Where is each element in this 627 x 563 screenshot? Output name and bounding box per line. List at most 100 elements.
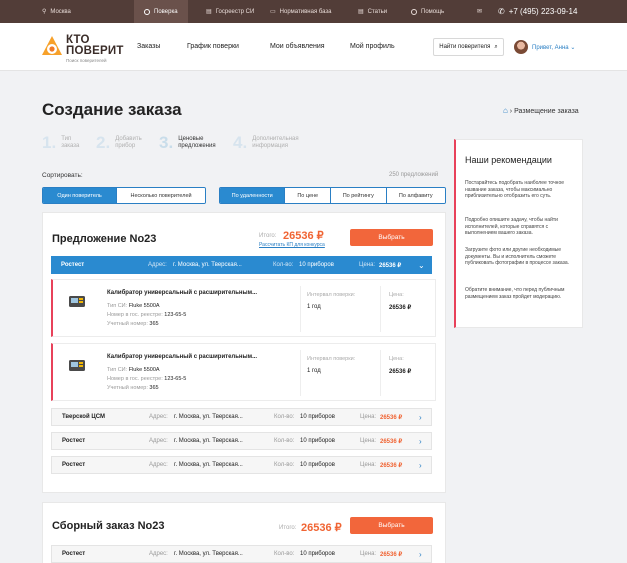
total-label: Итого:: [279, 525, 297, 531]
org-name: Ростест: [62, 462, 86, 468]
mail-icon[interactable]: ✉: [477, 0, 482, 23]
step-label: предложения: [178, 143, 216, 149]
price-label: Цена:: [360, 551, 377, 557]
type-value: Fluke 5500A: [128, 303, 160, 309]
qty-value: 10 приборов: [300, 414, 335, 420]
price-value: 26536 ₽: [379, 262, 402, 269]
mode-multiple-verifiers[interactable]: Несколько поверителей: [117, 188, 205, 203]
price-value: 26536 ₽: [389, 369, 412, 375]
topnav-normative[interactable]: ▭ Нормативная база: [270, 0, 332, 23]
mode-single-verifier[interactable]: Один поверитель: [43, 188, 118, 203]
org-row-expanded[interactable]: Ростест Адрес: г. Москва, ул. Тверская..…: [51, 256, 432, 274]
home-icon[interactable]: ⌂: [503, 106, 508, 115]
topnav-label: Помощь: [421, 8, 445, 15]
user-menu[interactable]: Привет, Анна ⌄: [532, 44, 575, 51]
total-label: Итого:: [259, 233, 277, 239]
type-label: Тип СИ:: [107, 367, 128, 373]
city-selector[interactable]: ⚲ Москва: [42, 0, 71, 23]
topnav-registry[interactable]: ▤ Госреестр СИ: [206, 0, 254, 23]
step-number: 1.: [42, 133, 57, 152]
price-label: Цена:: [360, 462, 377, 468]
device-name[interactable]: Калибратор универсальный с расширительны…: [107, 354, 257, 360]
org-row[interactable]: Ростест Адрес: г. Москва, ул. Тверская..…: [51, 456, 432, 474]
qty-value: 10 приборов: [300, 462, 335, 468]
avatar[interactable]: [514, 40, 528, 54]
logo-line-2: ПОВЕРИТ: [66, 45, 124, 57]
step-4[interactable]: 4. Дополнительная информация: [233, 134, 299, 152]
org-name: Ростест: [62, 551, 86, 557]
verifier-mode-toggle: Один поверитель Несколько поверителей: [42, 187, 206, 204]
phone-number[interactable]: ✆ +7 (495) 223-09-14: [498, 0, 577, 23]
sort-by-distance[interactable]: По удаленности: [220, 188, 286, 203]
total-value: 26536 ₽: [283, 230, 324, 242]
registry-label: Номер в гос. реестре:: [107, 376, 163, 382]
chevron-right-icon: ›: [419, 412, 422, 422]
interval-value: 1 год: [307, 368, 321, 374]
step-label: Дополнительная: [252, 136, 299, 142]
registry-value: 123-65-5: [164, 312, 187, 318]
account-value: 365: [149, 321, 159, 327]
qty-value: 10 приборов: [300, 438, 335, 444]
calibrator-device-icon: [69, 296, 85, 307]
step-label: Добавить: [115, 136, 142, 142]
topnav-articles[interactable]: ▤ Статьи: [358, 0, 387, 23]
topnav-verification[interactable]: Поверка: [134, 0, 188, 23]
sort-label: Сортировать:: [42, 172, 83, 179]
step-2[interactable]: 2. Добавить прибор: [96, 134, 142, 152]
step-1[interactable]: 1. Тип заказа: [42, 134, 79, 152]
qty-label: Кол-во:: [274, 414, 295, 420]
topnav-help[interactable]: Помощь: [411, 0, 444, 23]
logo-icon[interactable]: [41, 35, 63, 57]
interval-label: Интервал поверки:: [307, 292, 356, 298]
greeting-text: Привет, Анна: [532, 45, 569, 51]
sort-by-price[interactable]: По цене: [285, 188, 332, 203]
price-value: 26536 ₽: [380, 462, 403, 469]
org-row[interactable]: Ростест Адрес: г. Москва, ул. Тверская..…: [51, 545, 432, 563]
topnav-label: Поверка: [154, 8, 178, 15]
chevron-down-icon: ⌄: [418, 260, 425, 270]
address-value: г. Москва, ул. Тверская...: [174, 438, 243, 444]
topnav-label: Нормативная база: [279, 8, 332, 15]
sort-by-rating[interactable]: По рейтингу: [331, 188, 387, 203]
divider: [380, 286, 381, 332]
articles-icon: ▤: [358, 9, 364, 15]
choose-button[interactable]: Выбрать: [350, 229, 433, 246]
sort-by-alphabet[interactable]: По алфавиту: [386, 188, 445, 203]
device-item: Калибратор универсальный с расширительны…: [51, 279, 436, 337]
logo-subtitle: Поиск поверителей: [66, 58, 107, 63]
breadcrumb: ⌂ › Размещение заказа: [503, 106, 579, 115]
step-3[interactable]: 3. Ценовые предложения: [159, 134, 216, 152]
org-name: Ростест: [62, 438, 86, 444]
nav-schedule[interactable]: График поверки: [187, 43, 239, 50]
choose-button[interactable]: Выбрать: [350, 517, 433, 534]
price-value: 26536 ₽: [380, 551, 403, 558]
offer-title: Предложение No23: [52, 233, 157, 245]
price-value: 26536 ₽: [389, 305, 412, 311]
interval-label: Интервал поверки:: [307, 356, 356, 362]
find-verifier-button[interactable]: Найти поверителя ⌕: [433, 38, 504, 56]
nav-orders[interactable]: Заказы: [137, 43, 160, 50]
calibrator-device-icon: [69, 360, 85, 371]
device-name[interactable]: Калибратор универсальный с расширительны…: [107, 290, 257, 296]
calc-kp-link[interactable]: Рассчитать КП для конкурса: [259, 242, 325, 248]
search-icon: ⌕: [494, 43, 498, 50]
nav-my-profile[interactable]: Мой профиль: [350, 43, 395, 50]
step-label: Тип: [61, 136, 72, 142]
recommendation-text: Подробно опишите задачу, чтобы найти исп…: [465, 217, 558, 236]
combined-order-card: Сборный заказ No23 Итого: 26536 ₽ Выбрат…: [42, 502, 446, 563]
qty-label: Кол-во:: [274, 462, 295, 468]
logo-text[interactable]: КТО ПОВЕРИТ: [66, 34, 124, 57]
org-row[interactable]: Тверской ЦСМ Адрес: г. Москва, ул. Тверс…: [51, 408, 432, 426]
qty-label: Кол-во:: [274, 438, 295, 444]
interval-value: 1 год: [307, 304, 321, 310]
org-row[interactable]: Ростест Адрес: г. Москва, ул. Тверская..…: [51, 432, 432, 450]
document-icon: ▭: [270, 9, 276, 15]
recommendations-panel: Наши рекомендации Постарайтесь подобрать…: [454, 139, 583, 328]
divider: [300, 286, 301, 332]
nav-my-ads[interactable]: Мои объявления: [270, 43, 325, 50]
find-verifier-label: Найти поверителя: [439, 44, 491, 50]
type-label: Тип СИ:: [107, 303, 128, 309]
address-value: г. Москва, ул. Тверская...: [174, 462, 243, 468]
address-value: г. Москва, ул. Тверская...: [174, 551, 243, 557]
city-label: Москва: [50, 8, 71, 15]
